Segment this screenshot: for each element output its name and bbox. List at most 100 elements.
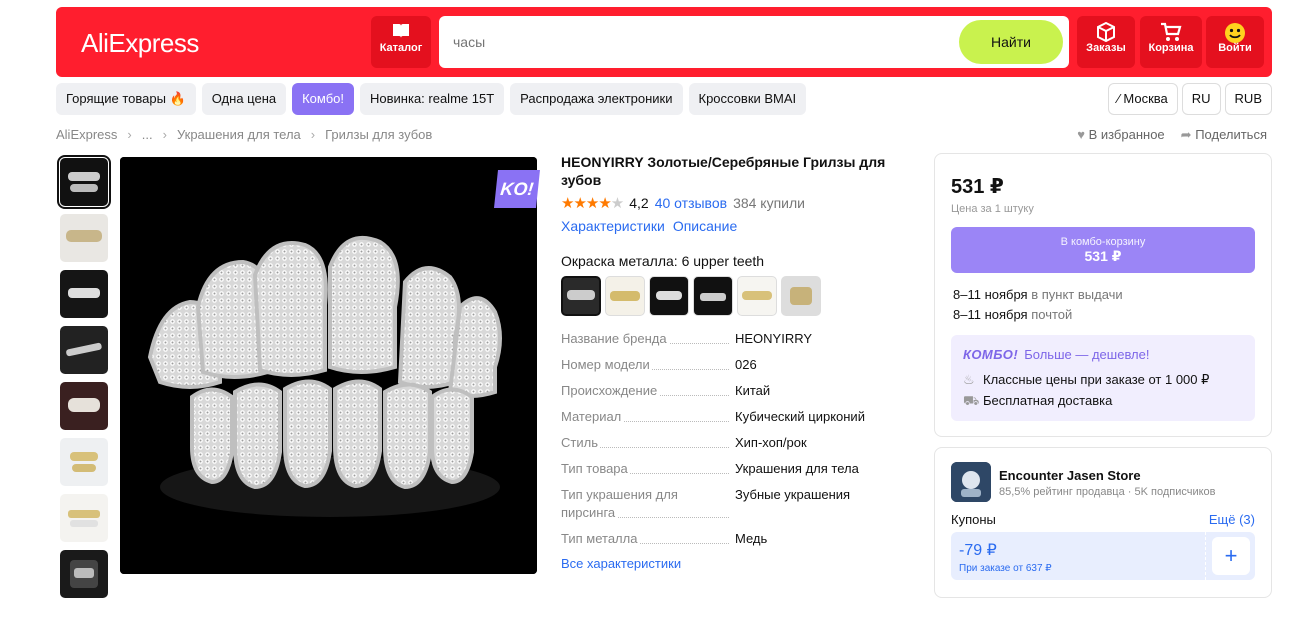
tab-description[interactable]: Описание [673, 218, 737, 234]
chip-combo[interactable]: Комбо! [292, 83, 354, 115]
breadcrumb-ellipsis[interactable]: ... [142, 127, 153, 142]
price-unit: Цена за 1 штуку [951, 203, 1034, 215]
spec-row: Тип металла Медь [561, 530, 911, 548]
spec-row: Происхождение Китай [561, 382, 911, 400]
spec-value: Зубные украшения [735, 487, 851, 502]
product-actions: ♥ В избранное ➦ Поделиться [1077, 127, 1267, 143]
search-button[interactable]: Найти [959, 20, 1063, 64]
spec-key: Тип украшения для пирсинга [561, 487, 678, 520]
combo-button-price: 531 ₽ [1084, 248, 1122, 264]
variant-swatch[interactable] [781, 276, 821, 316]
delivery-method: почтой [1031, 307, 1073, 322]
variant-swatch[interactable] [693, 276, 733, 316]
search-input[interactable] [453, 16, 953, 68]
thumbnail[interactable] [60, 270, 108, 318]
breadcrumb-home[interactable]: AliExpress [56, 127, 117, 142]
spec-key: Происхождение [561, 383, 660, 398]
product-title: HEONYIRRY Золотые/Серебряные Грилзы для … [561, 154, 886, 188]
delivery-date: 8–11 ноября [953, 287, 1028, 302]
thumbnail[interactable] [60, 494, 108, 542]
combo-promo-title: Больше — дешевле! [1024, 347, 1150, 362]
main-product-image[interactable] [120, 157, 537, 574]
coupon-condition: При заказе от 637 ₽ [959, 563, 1052, 574]
breadcrumb-body-jewelry[interactable]: Украшения для тела [177, 127, 301, 142]
city-selector[interactable]: ⁄ Москва [1107, 83, 1178, 115]
region-controls: ⁄ Москва RU RUB [1107, 83, 1272, 115]
spec-value: Хип-хоп/рок [735, 435, 807, 450]
spec-row: Тип товара Украшения для тела [561, 460, 911, 478]
tab-specs[interactable]: Характеристики [561, 218, 665, 234]
more-coupons-link[interactable]: Ещё (3) [1209, 512, 1255, 527]
chip-realme[interactable]: Новинка: realme 15T [360, 83, 505, 115]
coupon-card[interactable]: -79 ₽ При заказе от 637 ₽ [951, 532, 1205, 580]
spec-key: Материал [561, 409, 624, 424]
share-label: Поделиться [1195, 127, 1267, 142]
catalog-label: Каталог [379, 42, 423, 54]
spec-value: Кубический цирконий [735, 409, 865, 424]
star-rating-icon: ★★★★★ [561, 195, 624, 212]
store-name[interactable]: Encounter Jasen Store [999, 468, 1141, 483]
delivery-post: 8–11 ноября почтой [953, 307, 1072, 322]
combo-promo[interactable]: КОМБО! Больше — дешевле! ♨ Классные цены п… [951, 335, 1255, 421]
store-avatar[interactable] [951, 462, 991, 502]
chip-one-price[interactable]: Одна цена [201, 83, 287, 115]
thumbnail[interactable] [60, 550, 108, 598]
spec-key: Номер модели [561, 357, 652, 372]
combo-promo-text: Бесплатная доставка [983, 393, 1113, 408]
plus-icon[interactable]: + [1212, 537, 1250, 575]
spec-key: Название бренда [561, 331, 669, 346]
login-label: Войти [1218, 42, 1252, 54]
thumbnail[interactable] [60, 326, 108, 374]
spec-key: Тип товара [561, 461, 630, 476]
chip-electronics-sale[interactable]: Распродажа электроники [510, 83, 683, 115]
heart-icon: ♥ [1077, 127, 1085, 142]
variant-swatch[interactable] [605, 276, 645, 316]
spec-value: Китай [735, 383, 771, 398]
combo-logo: КОМБО! [963, 347, 1019, 362]
thumbnail[interactable] [60, 214, 108, 262]
cart-label: Корзина [1148, 42, 1194, 54]
catalog-button[interactable]: Каталог [371, 16, 431, 68]
variant-swatch[interactable] [561, 276, 601, 316]
thumbnail[interactable] [60, 382, 108, 430]
variant-swatch[interactable] [649, 276, 689, 316]
variant-swatch[interactable] [737, 276, 777, 316]
thumbnail[interactable] [60, 438, 108, 486]
add-to-combo-button[interactable]: В комбо-корзину 531 ₽ [951, 227, 1255, 273]
delivery-date: 8–11 ноября [953, 307, 1028, 322]
cart-button[interactable]: Корзина [1140, 16, 1202, 68]
smiley-icon [1206, 16, 1264, 43]
thumbnail[interactable] [57, 155, 111, 209]
rating-value: 4,2 [629, 195, 649, 211]
promo-chips: Горящие товары 🔥 Одна цена Комбо! Новинк… [56, 83, 807, 115]
reviews-link[interactable]: 40 отзывов [655, 195, 727, 211]
variant-swatches [561, 276, 911, 316]
search-bar: Найти [439, 16, 1069, 68]
spec-value: Медь [735, 531, 768, 546]
all-specs-link[interactable]: Все характеристики [561, 556, 911, 571]
spec-value: HEONYIRRY [735, 331, 813, 346]
language-selector[interactable]: RU [1181, 83, 1221, 115]
chip-hot-deals[interactable]: Горящие товары 🔥 [56, 83, 196, 115]
favorite-button[interactable]: ♥ В избранное [1077, 127, 1164, 143]
favorite-label: В избранное [1088, 127, 1165, 142]
breadcrumb-grillz[interactable]: Грилзы для зубов [325, 127, 432, 142]
combo-promo-line: ♨ Классные цены при заказе от 1 000 ₽ [963, 372, 1209, 388]
spec-row: Тип украшения для пирсинга Зубные украшен… [561, 486, 911, 522]
chip-sneakers[interactable]: Кроссовки BMAI [688, 83, 807, 115]
combo-promo-header: КОМБО! Больше — дешевле! [963, 347, 1149, 362]
spec-key: Стиль [561, 435, 600, 450]
breadcrumb: AliExpress › ... › Украшения для тела › … [56, 127, 432, 142]
spec-value: Украшения для тела [735, 461, 859, 476]
spec-value: 026 [735, 357, 757, 372]
aliexpress-logo[interactable]: AliExpress [81, 28, 199, 59]
login-button[interactable]: Войти [1206, 16, 1264, 68]
bought-count: 384 купили [733, 195, 805, 211]
rating-row: ★★★★★ 4,2 40 отзывов 384 купили [561, 194, 911, 212]
info-tabs: Характеристики Описание [561, 218, 911, 234]
thumbnail-strip [57, 155, 111, 606]
orders-button[interactable]: Заказы [1077, 16, 1135, 68]
orders-label: Заказы [1086, 42, 1126, 54]
share-button[interactable]: ➦ Поделиться [1181, 127, 1267, 143]
currency-selector[interactable]: RUB [1224, 83, 1272, 115]
